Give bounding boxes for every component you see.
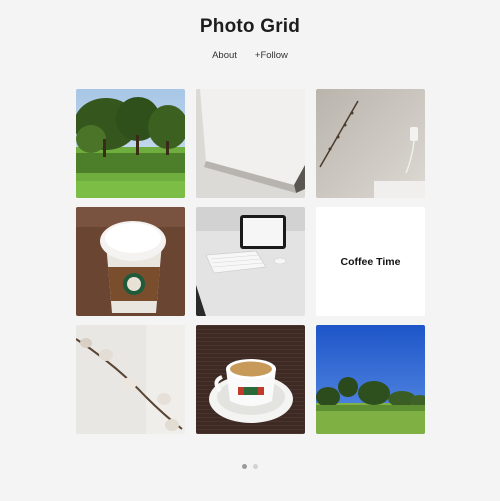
pussy-willow-branch-photo[interactable] xyxy=(76,325,185,434)
page-title: Photo Grid xyxy=(199,16,301,37)
tablet-keyboard-desk-photo[interactable] xyxy=(196,207,305,316)
espresso-cup-photo[interactable] xyxy=(196,325,305,434)
page-dot-1[interactable] xyxy=(242,464,247,469)
top-nav: About +Follow xyxy=(0,50,500,61)
willow-branch-wall-photo[interactable] xyxy=(316,89,425,198)
photo-grid: Coffee Time xyxy=(76,89,425,434)
park-blue-sky-photo[interactable] xyxy=(316,325,425,434)
coffee-time-label: Coffee Time xyxy=(340,255,401,268)
page: Photo Grid About +Follow Coffee Time xyxy=(0,0,500,501)
pagination-dots xyxy=(0,464,500,469)
page-dot-2[interactable] xyxy=(253,464,258,469)
follow-link[interactable]: +Follow xyxy=(255,50,288,61)
coffee-time-tile[interactable]: Coffee Time xyxy=(316,207,425,316)
park-trees-photo[interactable] xyxy=(76,89,185,198)
coffee-cup-photo[interactable] xyxy=(76,207,185,316)
about-link[interactable]: About xyxy=(212,50,237,61)
white-canvas-photo[interactable] xyxy=(196,89,305,198)
